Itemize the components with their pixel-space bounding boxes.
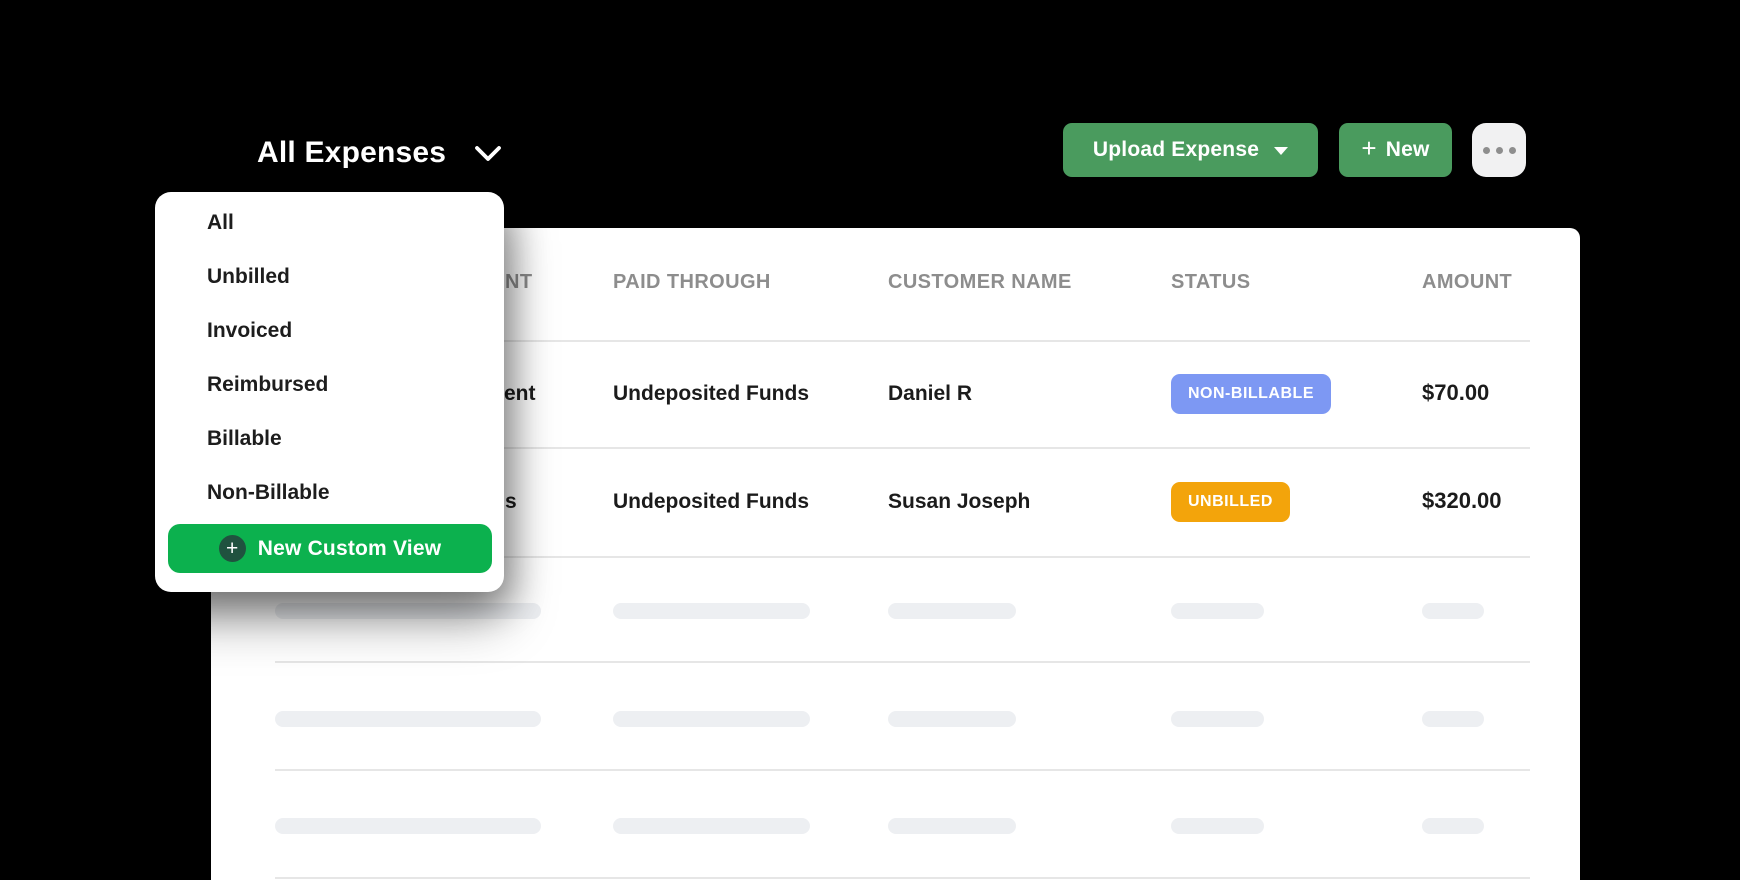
view-dropdown-list: All Unbilled Invoiced Reimbursed Billabl… bbox=[155, 192, 504, 520]
status-badge: UNBILLED bbox=[1171, 482, 1290, 522]
plus-circle-icon: + bbox=[219, 535, 246, 562]
cell-account-fragment: ent bbox=[504, 379, 536, 409]
divider bbox=[275, 769, 1530, 771]
cell-amount: $320.00 bbox=[1422, 486, 1502, 516]
more-actions-button[interactable] bbox=[1472, 123, 1526, 177]
cell-account-fragment: s bbox=[505, 487, 517, 517]
divider bbox=[275, 661, 1530, 663]
status-badge: NON-BILLABLE bbox=[1171, 374, 1331, 414]
col-header-status: STATUS bbox=[1171, 268, 1250, 296]
cell-paid-through: Undeposited Funds bbox=[613, 379, 809, 409]
menu-item-non-billable[interactable]: Non-Billable bbox=[155, 466, 504, 520]
page-title: All Expenses bbox=[257, 136, 446, 170]
menu-item-billable[interactable]: Billable bbox=[155, 412, 504, 466]
dropdown-caret-icon bbox=[1274, 147, 1288, 155]
new-custom-view-label: New Custom View bbox=[258, 537, 442, 561]
view-dropdown-panel: All Unbilled Invoiced Reimbursed Billabl… bbox=[155, 192, 504, 592]
menu-item-reimbursed[interactable]: Reimbursed bbox=[155, 358, 504, 412]
new-custom-view-button[interactable]: + New Custom View bbox=[168, 524, 492, 573]
menu-item-invoiced[interactable]: Invoiced bbox=[155, 304, 504, 358]
col-header-paid-through: PAID THROUGH bbox=[613, 268, 771, 296]
col-header-customer-name: CUSTOMER NAME bbox=[888, 268, 1072, 296]
new-button[interactable]: + New bbox=[1339, 123, 1452, 177]
cell-customer-name: Daniel R bbox=[888, 379, 972, 409]
col-header-amount: AMOUNT bbox=[1422, 268, 1512, 296]
cell-customer-name: Susan Joseph bbox=[888, 487, 1030, 517]
ellipsis-icon bbox=[1483, 147, 1516, 154]
divider bbox=[275, 877, 1530, 879]
menu-item-unbilled[interactable]: Unbilled bbox=[155, 250, 504, 304]
view-switcher[interactable]: All Expenses bbox=[257, 136, 504, 170]
new-button-label: New bbox=[1386, 138, 1430, 162]
chevron-down-icon bbox=[472, 140, 504, 166]
plus-icon: + bbox=[1361, 133, 1376, 164]
col-header-account-fragment: NT bbox=[505, 268, 532, 296]
upload-expense-button[interactable]: Upload Expense bbox=[1063, 123, 1318, 177]
cell-paid-through: Undeposited Funds bbox=[613, 487, 809, 517]
cell-amount: $70.00 bbox=[1422, 378, 1489, 408]
upload-expense-label: Upload Expense bbox=[1093, 138, 1259, 162]
app-canvas: All Expenses Upload Expense + New NT PAI… bbox=[0, 0, 1740, 880]
menu-item-all[interactable]: All bbox=[155, 196, 504, 250]
